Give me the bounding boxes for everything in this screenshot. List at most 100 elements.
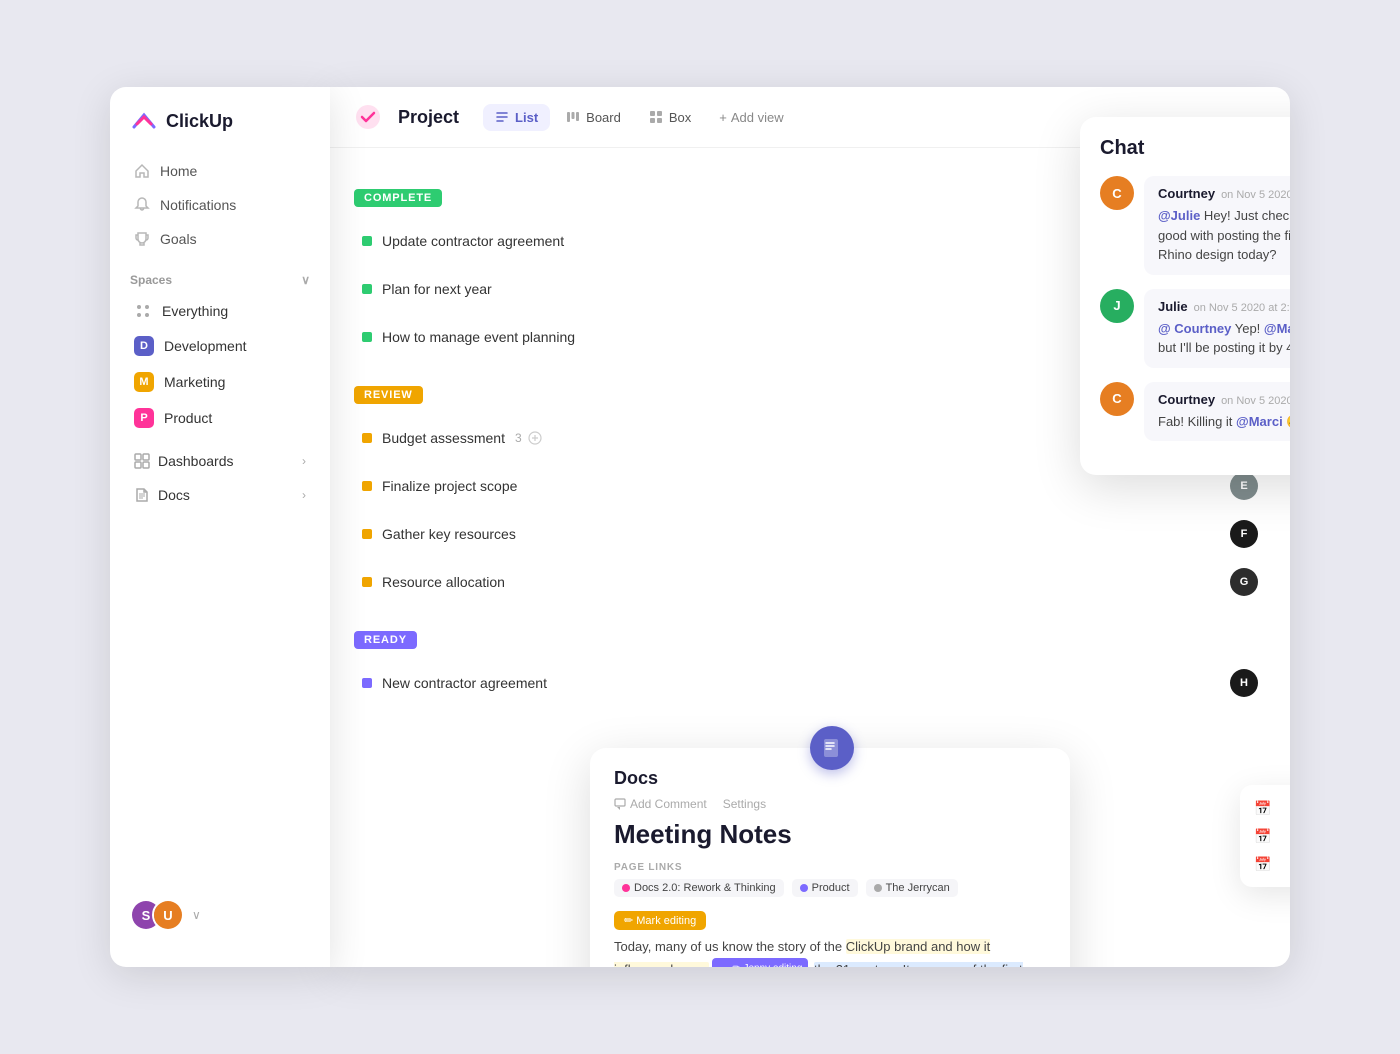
task-avatar: E — [1230, 472, 1258, 500]
chat-avatar-2: J — [1100, 289, 1134, 323]
page-link-chip-1[interactable]: Docs 2.0: Rework & Thinking — [614, 879, 784, 897]
task-avatar: F — [1230, 520, 1258, 548]
task-dot — [362, 529, 372, 539]
add-view-button[interactable]: + Add view — [707, 104, 795, 131]
chat-bubble-3: Courtney on Nov 5 2020 at 3:15 pm Fab! K… — [1144, 382, 1290, 442]
marketing-label: Marketing — [164, 374, 225, 390]
chat-message-1: C Courtney on Nov 5 2020 at 1:50 pm @Jul… — [1100, 176, 1290, 275]
table-row[interactable]: Resource allocation G — [354, 558, 1266, 606]
task-dot — [362, 433, 372, 443]
task-dot — [362, 678, 372, 688]
sidebar: ClickUp Home Notifications — [110, 87, 330, 967]
sidebar-item-dashboards[interactable]: Dashboards › — [122, 445, 318, 477]
jenny-editing-badge: ✏ Jenny editing — [712, 958, 808, 967]
product-label: Product — [164, 410, 212, 426]
task-name: New contractor agreement — [382, 675, 547, 691]
goals-label: Goals — [160, 231, 197, 247]
project-title: Project — [398, 107, 459, 128]
chat-sender-2: Julie — [1158, 299, 1188, 314]
docs-label: Docs — [158, 487, 190, 503]
avatar-2: U — [152, 899, 184, 931]
tab-board[interactable]: Board — [554, 104, 633, 131]
ready-badge: READY — [354, 631, 417, 649]
task-name: Gather key resources — [382, 526, 516, 542]
task-avatar: H — [1230, 669, 1258, 697]
task-name: Resource allocation — [382, 574, 505, 590]
sidebar-item-home[interactable]: Home — [122, 155, 318, 187]
calendar-icon-3: 📅 — [1254, 856, 1271, 873]
docs-panel: Docs Add Comment Settings Meeting Notes … — [590, 748, 1070, 967]
docs-chevron-icon: › — [302, 488, 306, 502]
subtask-icon — [528, 431, 542, 445]
review-badge: REVIEW — [354, 386, 423, 404]
ready-section: READY New contractor agreement H — [354, 630, 1266, 707]
board-tab-icon — [566, 110, 580, 124]
task-dot — [362, 284, 372, 294]
logo[interactable]: ClickUp — [110, 107, 330, 155]
sidebar-sections: Dashboards › Docs › — [110, 445, 330, 513]
sidebar-item-development[interactable]: D Development — [122, 329, 318, 363]
planning-row-2: 📅 EXECUTION 🚩 — [1254, 827, 1290, 845]
view-tabs: List Board — [483, 104, 796, 131]
sidebar-item-product[interactable]: P Product — [122, 401, 318, 435]
chat-time-1: on Nov 5 2020 at 1:50 pm — [1221, 189, 1290, 201]
spaces-chevron-icon[interactable]: ∨ — [301, 273, 310, 287]
page-link-label-2: Product — [812, 882, 850, 894]
table-row[interactable]: New contractor agreement H — [354, 659, 1266, 707]
chat-bubble-1: Courtney on Nov 5 2020 at 1:50 pm @Julie… — [1144, 176, 1290, 275]
user-avatars[interactable]: S U — [130, 899, 184, 931]
task-name: How to manage event planning — [382, 329, 575, 345]
tab-box[interactable]: Box — [637, 104, 703, 131]
calendar-icon-1: 📅 — [1254, 800, 1271, 817]
user-dropdown-icon[interactable]: ∨ — [192, 908, 201, 922]
chat-message-3: C Courtney on Nov 5 2020 at 3:15 pm Fab!… — [1100, 382, 1290, 442]
page-links: Docs 2.0: Rework & Thinking Product The … — [614, 879, 1046, 897]
trophy-icon — [134, 231, 150, 247]
development-label: Development — [164, 338, 247, 354]
planning-panel: 📅 PLANNING 🚩 📅 EXECUTION 🚩 📅 EXECUTION 🚩 — [1240, 785, 1290, 887]
app-name: ClickUp — [166, 111, 233, 132]
chat-text-1: @Julie Hey! Just checking if you're stil… — [1158, 206, 1290, 265]
chat-time-2: on Nov 5 2020 at 2:50 pm — [1194, 302, 1290, 314]
page-links-label: PAGE LINKS — [614, 862, 1046, 873]
docs-icon-button[interactable] — [810, 726, 854, 770]
add-view-label: Add view — [731, 110, 784, 125]
task-dot — [362, 332, 372, 342]
dashboards-label: Dashboards — [158, 453, 234, 469]
dashboards-icon — [134, 453, 150, 469]
tab-list[interactable]: List — [483, 104, 550, 131]
table-row[interactable]: Gather key resources F — [354, 510, 1266, 558]
planning-row-1: 📅 PLANNING 🚩 — [1254, 799, 1290, 817]
task-dot — [362, 481, 372, 491]
task-dot — [362, 577, 372, 587]
sidebar-item-goals[interactable]: Goals — [122, 223, 318, 255]
dashboards-chevron-icon: › — [302, 454, 306, 468]
settings-link[interactable]: Settings — [723, 797, 766, 811]
bell-icon — [134, 197, 150, 213]
task-name: Plan for next year — [382, 281, 492, 297]
everything-icon — [134, 302, 152, 320]
marketing-dot: M — [134, 372, 154, 392]
sidebar-item-docs[interactable]: Docs › — [122, 479, 318, 511]
home-icon — [134, 163, 150, 179]
chat-avatar-1: C — [1100, 176, 1134, 210]
clickup-logo-icon — [130, 107, 158, 135]
sidebar-nav: Home Notifications Goals — [110, 155, 330, 257]
chat-title: Chat — [1100, 137, 1290, 160]
chat-time-3: on Nov 5 2020 at 3:15 pm — [1221, 395, 1290, 407]
chat-sender-3: Courtney — [1158, 392, 1215, 407]
calendar-icon-2: 📅 — [1254, 828, 1271, 845]
mark-editing-button[interactable]: ✏ Mark editing — [614, 911, 706, 930]
add-comment-link[interactable]: Add Comment — [614, 797, 707, 811]
page-link-chip-2[interactable]: Product — [792, 879, 858, 897]
sidebar-item-notifications[interactable]: Notifications — [122, 189, 318, 221]
task-name: Finalize project scope — [382, 478, 517, 494]
sidebar-item-everything[interactable]: Everything — [122, 295, 318, 327]
spaces-label: Spaces — [130, 273, 172, 287]
sidebar-item-marketing[interactable]: M Marketing — [122, 365, 318, 399]
chat-sender-1: Courtney — [1158, 186, 1215, 201]
page-link-chip-3[interactable]: The Jerrycan — [866, 879, 958, 897]
home-label: Home — [160, 163, 197, 179]
list-tab-label: List — [515, 110, 538, 125]
chat-text-2: @ Courtney Yep! @Marci jumped in to help… — [1158, 319, 1290, 358]
